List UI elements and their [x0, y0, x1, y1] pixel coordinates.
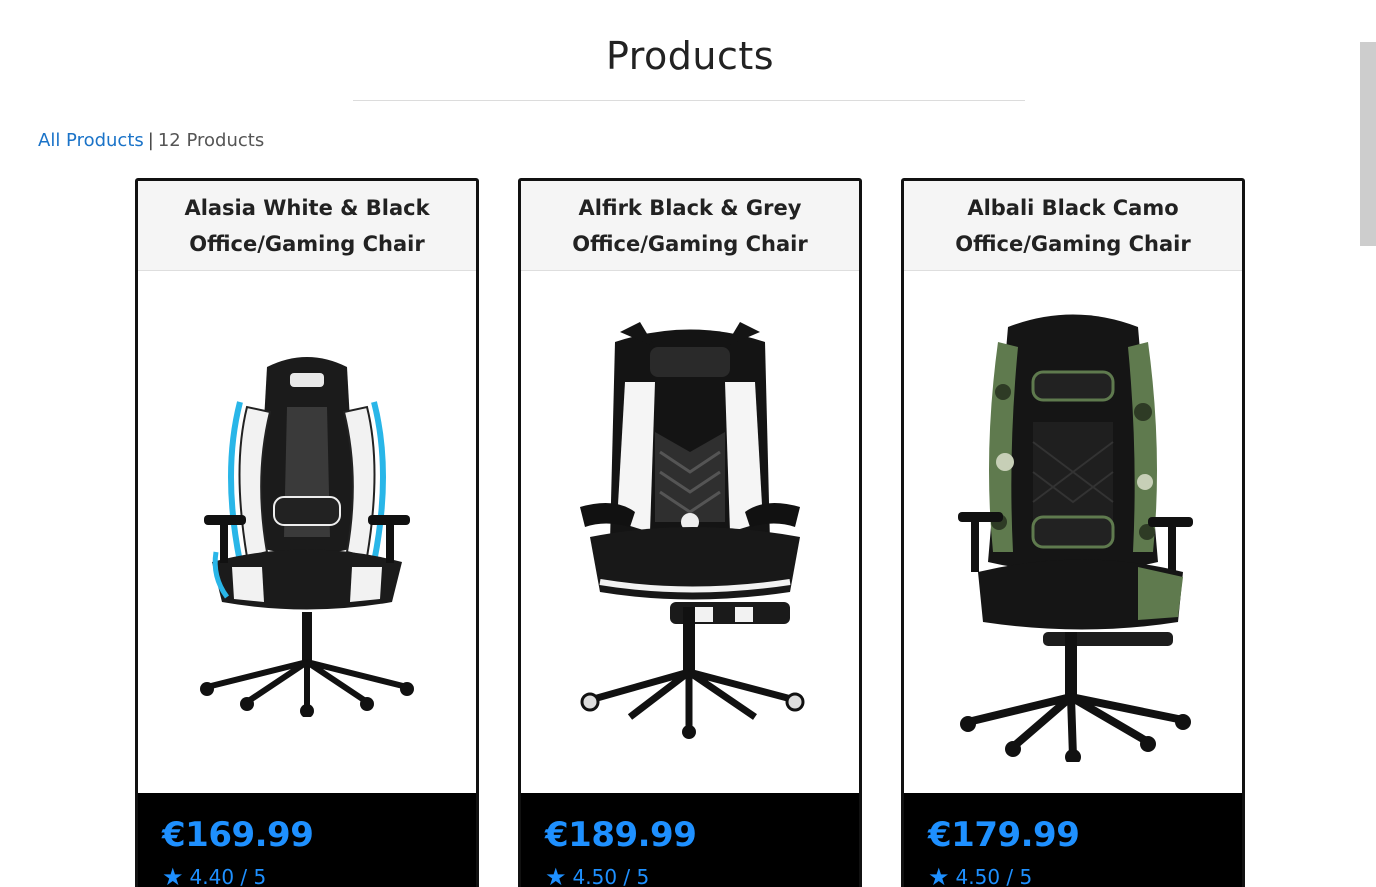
product-title[interactable]: Alasia White & Black Office/Gaming Chair: [138, 181, 476, 271]
scrollbar-thumb[interactable]: [1360, 42, 1376, 246]
rating-value: 4.50 / 5: [955, 865, 1033, 887]
page-title: Products: [605, 34, 775, 78]
product-title[interactable]: Alfirk Black & Grey Office/Gaming Chair: [521, 181, 859, 271]
product-price: €179.99: [928, 815, 1080, 855]
product-card[interactable]: Alasia White & Black Office/Gaming Chair: [135, 178, 479, 887]
product-image[interactable]: [521, 271, 859, 793]
breadcrumb: All Products | 12 Products: [38, 130, 264, 151]
product-card[interactable]: Albali Black Camo Office/Gaming Chair €1…: [901, 178, 1245, 887]
gaming-chair-white-black-icon: [200, 357, 414, 717]
gaming-chair-black-grey-icon: [580, 322, 805, 739]
product-title[interactable]: Albali Black Camo Office/Gaming Chair: [904, 181, 1242, 271]
product-rating: ★ 4.50 / 5: [928, 865, 1218, 887]
gaming-chair-black-camo-icon: [958, 314, 1193, 762]
product-image[interactable]: [904, 271, 1242, 793]
rating-value: 4.50 / 5: [572, 865, 650, 887]
product-price: €189.99: [545, 815, 697, 855]
title-divider: [353, 100, 1025, 101]
product-image[interactable]: [138, 271, 476, 793]
star-icon: ★: [545, 863, 567, 887]
star-icon: ★: [162, 863, 184, 887]
product-rating: ★ 4.40 / 5: [162, 865, 452, 887]
product-footer: €179.99 ★ 4.50 / 5: [904, 793, 1242, 887]
product-price: €169.99: [162, 815, 314, 855]
product-rating: ★ 4.50 / 5: [545, 865, 835, 887]
product-footer: €189.99 ★ 4.50 / 5: [521, 793, 859, 887]
product-footer: €169.99 ★ 4.40 / 5: [138, 793, 476, 887]
product-card[interactable]: Alfirk Black & Grey Office/Gaming Chair: [518, 178, 862, 887]
rating-value: 4.40 / 5: [189, 865, 267, 887]
products-page: Products All Products | 12 Products Alasia…: [0, 0, 1376, 887]
breadcrumb-separator: |: [147, 130, 154, 151]
star-icon: ★: [928, 863, 950, 887]
breadcrumb-all-products-link[interactable]: All Products: [38, 130, 144, 151]
product-count: 12 Products: [157, 130, 265, 151]
